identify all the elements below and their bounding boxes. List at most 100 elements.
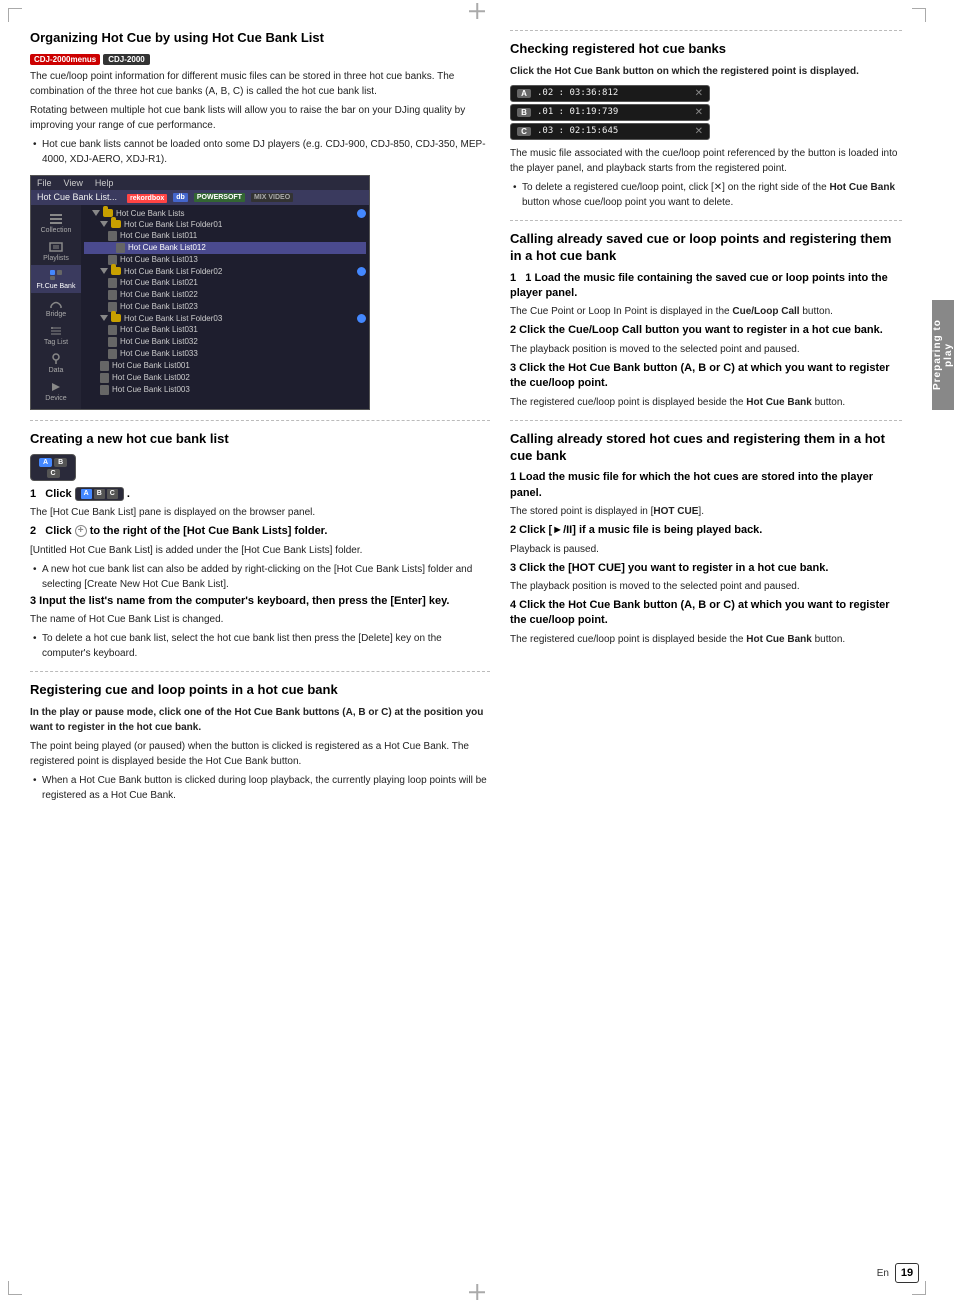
checking-bullet: To delete a registered cue/loop point, c… bbox=[510, 180, 902, 210]
tree-row-root[interactable]: Hot Cue Bank Lists bbox=[84, 208, 366, 219]
preparing-to-play-tab: Preparing to play bbox=[932, 300, 954, 410]
registering-bold: In the play or pause mode, click one of … bbox=[30, 705, 490, 735]
sidebar-device[interactable]: Device bbox=[31, 377, 81, 405]
tree-row-032[interactable]: Hot Cue Bank List032 bbox=[84, 336, 366, 348]
calling-saved-title: Calling already saved cue or loop points… bbox=[510, 231, 902, 265]
divider-calling-stored bbox=[510, 420, 902, 421]
tree-row-002[interactable]: Hot Cue Bank List002 bbox=[84, 372, 366, 384]
tree-row-031[interactable]: Hot Cue Bank List031 bbox=[84, 324, 366, 336]
calling-stored-step4-sub: The registered cue/loop point is display… bbox=[510, 632, 902, 647]
cue-bar-time-c: .03 : 02:15:645 bbox=[537, 126, 695, 136]
folder-icon bbox=[111, 314, 121, 322]
cross-bottom bbox=[469, 1284, 485, 1300]
intro-text2: Rotating between multiple hot cue bank l… bbox=[30, 103, 490, 133]
calling-saved-step1-heading: 1 1 Load the music file containing the s… bbox=[510, 271, 902, 302]
creating-step3-heading: 3 Input the list's name from the compute… bbox=[30, 594, 490, 609]
tree-row-012-selected[interactable]: Hot Cue Bank List012 bbox=[84, 242, 366, 254]
collection-icon bbox=[47, 212, 65, 226]
cue-bar-label-c: C bbox=[517, 127, 531, 136]
left-column: Organizing Hot Cue by using Hot Cue Bank… bbox=[30, 30, 490, 805]
bridge-icon bbox=[47, 296, 65, 310]
data-icon bbox=[47, 352, 65, 366]
cue-bar-close-b[interactable]: ✕ bbox=[695, 107, 703, 118]
screenshot-tree: Hot Cue Bank Lists Hot Cue Bank List Fol… bbox=[81, 205, 369, 409]
screenshot-body: Collection Playlists bbox=[31, 205, 369, 409]
file-icon bbox=[108, 302, 117, 312]
file-icon bbox=[116, 243, 125, 253]
expand-icon bbox=[100, 221, 108, 227]
tree-row-011[interactable]: Hot Cue Bank List011 bbox=[84, 230, 366, 242]
creating-step3-sub: The name of Hot Cue Bank List is changed… bbox=[30, 612, 490, 627]
divider-checking-top bbox=[510, 30, 902, 31]
right-column: Checking registered hot cue banks Click … bbox=[510, 30, 902, 805]
tree-row-folder02[interactable]: Hot Cue Bank List Folder02 bbox=[84, 266, 366, 277]
cue-bar-close-c[interactable]: ✕ bbox=[695, 126, 703, 137]
creating-step2-heading: 2 Click + to the right of the [Hot Cue B… bbox=[30, 524, 490, 539]
tree-row-013[interactable]: Hot Cue Bank List013 bbox=[84, 254, 366, 266]
main-content: Organizing Hot Cue by using Hot Cue Bank… bbox=[0, 0, 932, 835]
intro-text: The cue/loop point information for diffe… bbox=[30, 69, 490, 99]
sidebar-hotcuebank[interactable]: Ft.Cue Bank bbox=[31, 265, 81, 293]
cue-bar-close-a[interactable]: ✕ bbox=[695, 88, 703, 99]
tree-row-022[interactable]: Hot Cue Bank List022 bbox=[84, 289, 366, 301]
checking-bold: Click the Hot Cue Bank button on which t… bbox=[510, 64, 902, 79]
taglist-icon bbox=[47, 324, 65, 338]
calling-stored-step4-heading: 4 Click the Hot Cue Bank button (A, B or… bbox=[510, 598, 902, 629]
cue-bar-c[interactable]: C .03 : 02:15:645 ✕ bbox=[510, 123, 710, 140]
creating-title: Creating a new hot cue bank list bbox=[30, 431, 490, 448]
folder-icon bbox=[111, 267, 121, 275]
registering-bullet: When a Hot Cue Bank button is clicked du… bbox=[30, 773, 490, 803]
sidebar-collection[interactable]: Collection bbox=[31, 209, 81, 237]
calling-stored-step1-heading: 1 Load the music file for which the hot … bbox=[510, 470, 902, 501]
checking-sub: The music file associated with the cue/l… bbox=[510, 146, 902, 176]
sidebar-playlists[interactable]: Playlists bbox=[31, 237, 81, 265]
sidebar-data[interactable]: Data bbox=[31, 349, 81, 377]
screenshot-titlebar: Hot Cue Bank List... rekordbox db POWERS… bbox=[31, 190, 369, 205]
tree-row-003[interactable]: Hot Cue Bank List003 bbox=[84, 384, 366, 396]
corner-mark-br bbox=[912, 1281, 926, 1295]
corner-mark-bl bbox=[8, 1281, 22, 1295]
screenshot-box: File View Help Hot Cue Bank List... reko… bbox=[30, 175, 370, 410]
device-icon bbox=[47, 380, 65, 394]
sidebar-bridge[interactable]: Bridge bbox=[31, 293, 81, 321]
cue-bar-b[interactable]: B .01 : 01:19:739 ✕ bbox=[510, 104, 710, 121]
expand-icon bbox=[100, 315, 108, 321]
circle-indicator bbox=[357, 209, 366, 218]
file-icon bbox=[108, 337, 117, 347]
calling-stored-step2-sub: Playback is paused. bbox=[510, 542, 902, 557]
tree-row-033[interactable]: Hot Cue Bank List033 bbox=[84, 348, 366, 360]
cdj-logo-area: CDJ-2000menus CDJ-2000 bbox=[30, 54, 150, 65]
logo-db: db bbox=[173, 193, 188, 202]
cue-bar-label-a: A bbox=[517, 89, 531, 98]
calling-stored-step3-heading: 3 Click the [HOT CUE] you want to regist… bbox=[510, 561, 902, 576]
logo-rekordbox: rekordbox bbox=[127, 194, 167, 203]
playlists-icon bbox=[47, 240, 65, 254]
calling-saved-step2-sub: The playback position is moved to the se… bbox=[510, 342, 902, 357]
file-icon bbox=[108, 255, 117, 265]
tree-row-001[interactable]: Hot Cue Bank List001 bbox=[84, 360, 366, 372]
file-icon bbox=[108, 325, 117, 335]
corner-mark-tr bbox=[912, 8, 926, 22]
tree-row-folder03[interactable]: Hot Cue Bank List Folder03 bbox=[84, 313, 366, 324]
circle-indicator bbox=[357, 267, 366, 276]
creating-step2-bullet: A new hot cue bank list can also be adde… bbox=[30, 562, 490, 592]
page-number: 19 bbox=[895, 1263, 919, 1283]
calling-saved-step3-sub: The registered cue/loop point is display… bbox=[510, 395, 902, 410]
circle-indicator bbox=[357, 314, 366, 323]
logo-mix: MIX VIDEO bbox=[251, 193, 293, 202]
folder-icon bbox=[111, 220, 121, 228]
creating-step1-heading: 1 Click ABC . bbox=[30, 487, 490, 502]
creating-step2-sub: [Untitled Hot Cue Bank List] is added un… bbox=[30, 543, 490, 558]
language-label: En bbox=[877, 1268, 889, 1279]
divider-calling-saved bbox=[510, 220, 902, 221]
cue-bar-a[interactable]: A .02 : 03:36:812 ✕ bbox=[510, 85, 710, 102]
cue-bar-time-b: .01 : 01:19:739 bbox=[537, 107, 695, 117]
registering-sub: The point being played (or paused) when … bbox=[30, 739, 490, 769]
tree-row-021[interactable]: Hot Cue Bank List021 bbox=[84, 277, 366, 289]
calling-stored-step3-sub: The playback position is moved to the se… bbox=[510, 579, 902, 594]
tree-row-023[interactable]: Hot Cue Bank List023 bbox=[84, 301, 366, 313]
tree-row-folder01[interactable]: Hot Cue Bank List Folder01 bbox=[84, 219, 366, 230]
calling-stored-step1-sub: The stored point is displayed in [HOT CU… bbox=[510, 504, 902, 519]
hcb-button-area: A B C bbox=[30, 454, 490, 481]
sidebar-taglist[interactable]: Tag List bbox=[31, 321, 81, 349]
